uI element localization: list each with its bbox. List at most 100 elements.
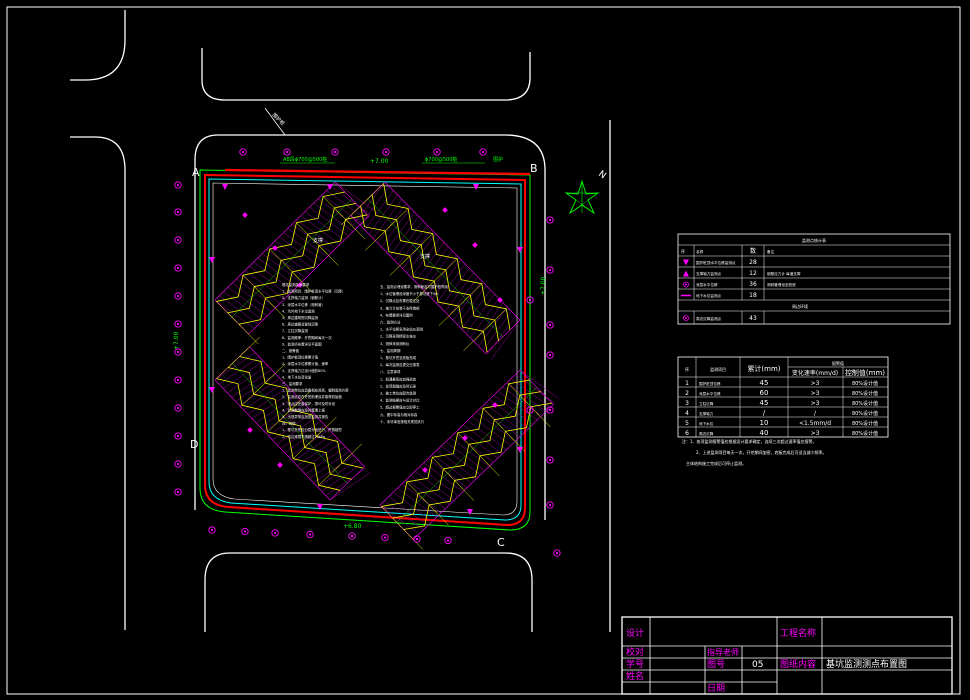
- legend-cell-name: 支撑轴力监测点: [696, 271, 722, 276]
- note-right-line: 九、图中标高为相对标高: [380, 412, 418, 417]
- alarm-cell-no: 3: [685, 400, 689, 407]
- alarm-cell-design: 80%设计值: [852, 410, 878, 417]
- note-left-line: 5、出现异常应加密监测并报告: [282, 414, 329, 419]
- marker-right-0-dot: [548, 218, 552, 222]
- note-left-line: 1、基坑开挖应分层分段进行，严禁超挖: [282, 427, 342, 432]
- note-right-line: 五、监测点埋设要求，测斜管应与围护桩同深: [380, 284, 448, 289]
- tb-content-label: 图纸内容: [780, 658, 816, 670]
- alarm-col-item: 监测项目: [710, 366, 726, 372]
- alarm-cell-rate: >3: [811, 400, 820, 407]
- legend-cell-note: 测斜管埋设至桩底: [767, 282, 796, 287]
- marker-bottom-3-dot: [308, 533, 312, 536]
- note-right-line: 2、发现裂缝应及时记录: [380, 383, 417, 388]
- marker-left-4-dot: [176, 294, 180, 298]
- note-left-line: 3、支撑轴力达设计值的80%: [282, 368, 326, 373]
- marker-bottom-6-dot: [415, 537, 419, 541]
- level-top: +7.00: [370, 158, 389, 165]
- marker-right-2-dot: [548, 323, 552, 327]
- legend-extra-dot: [685, 317, 687, 319]
- note-right-line: 4、布置要求详见图例: [380, 312, 413, 317]
- marker-bottom-1-dot: [243, 530, 247, 533]
- note-left-line: 4、坑外地下水位监测: [282, 308, 315, 313]
- marker-top-0-dot: [241, 150, 245, 154]
- note-right-line: 十、未尽事宜按相关规范执行: [380, 419, 425, 424]
- note-left-line: 7、立柱沉降监测: [282, 328, 309, 333]
- note-left-line: 基坑监测技术要求: [282, 282, 310, 287]
- note-left-line: 6、周边道路及管线沉降: [282, 322, 319, 327]
- note-left-line: 9、监测点布置详见平面图: [282, 341, 322, 346]
- note-left-line: 5、周边建筑物沉降监测: [282, 315, 319, 320]
- legend-header-no: 序: [681, 248, 685, 254]
- note-left-line: 1、监测项目：围护桩顶水平位移（沉降）: [282, 289, 345, 294]
- corner-c-label: C: [497, 536, 505, 549]
- legend-cell-count: 12: [749, 270, 757, 277]
- alarm-cell-rate: <1.5mm/d: [799, 420, 831, 427]
- marker-edge-0-dot: [528, 298, 532, 302]
- marker-bottom-7-dot: [446, 539, 450, 542]
- marker-top-1-dot: [285, 150, 289, 154]
- alarm-cell-item: 周边沉降: [699, 431, 714, 436]
- note-right-line: 六、监测方法: [380, 320, 401, 325]
- alarm-cell-item: 支撑轴力: [699, 411, 714, 416]
- note-right-line: 1、水平位移采用全站仪观测: [380, 327, 423, 332]
- alarm-cell-design: 80%设计值: [852, 400, 878, 407]
- alarm-cell-no: 5: [685, 420, 689, 427]
- note-right-line: 1、基坑开挖至底板完成: [380, 355, 417, 360]
- alarm-cell-cum: 60: [760, 389, 769, 397]
- legend-cell-note: 备注: [767, 249, 775, 254]
- tb-project-label: 工程名称: [780, 627, 816, 639]
- alarm-cell-no: 6: [685, 430, 689, 437]
- note-right-line: 3、测斜采用测斜仪: [380, 341, 410, 346]
- tb-figno-label: 图号: [707, 659, 725, 670]
- top-right-callout: ϕ700@500桩: [425, 156, 457, 163]
- marker-bottom-2-dot: [273, 531, 277, 535]
- note-left-line: 4、监测数据应及时整理上报: [282, 407, 325, 412]
- note-right-line: 3、轴力计安装于支撑端部: [380, 305, 420, 310]
- tb-check-label: 校对: [626, 646, 644, 658]
- level-right: +7.00: [540, 276, 547, 295]
- alarm-cell-cum: 45: [760, 379, 769, 387]
- legend-extra-count: 43: [749, 315, 757, 322]
- inner-right-tag: 支撑: [420, 253, 430, 260]
- alarm-cell-cum: 45: [760, 399, 769, 407]
- marker-top-3-dot: [384, 150, 388, 154]
- note-left-line: 2、坑边堆载不得超过20kPa: [282, 434, 325, 439]
- alarm-note-1: 注：1、各项监测报警值应根据设计要求确定，连续三次超过速率值应报警。: [682, 438, 817, 444]
- legend-cell-count: 36: [749, 281, 757, 288]
- note-left-line: 二、报警值: [282, 348, 300, 353]
- alarm-cell-design: 80%设计值: [852, 380, 878, 387]
- marker-right-1-dot: [548, 268, 552, 272]
- tb-advisor-label: 指导老师: [707, 647, 739, 657]
- alarm-cell-item: 地下水位: [699, 421, 714, 426]
- note-right-line: 七、监测周期: [380, 348, 401, 353]
- note-right-line: 5、超过报警值应立即停工: [380, 405, 420, 410]
- tb-content-value: 基坑监测测点布置图: [826, 658, 907, 670]
- note-left-line: 1、围护桩顶位移累计值: [282, 355, 319, 360]
- note-left-line: 8、监测频率：开挖期间每天一次: [282, 335, 332, 340]
- note-right-line: 2、沉降采用精密水准仪: [380, 334, 417, 339]
- marker-left-7-dot: [176, 378, 180, 382]
- note-left-line: 三、监测要求: [282, 381, 303, 386]
- marker-right-6-dot: [548, 503, 552, 507]
- marker-right-3-dot: [548, 353, 552, 357]
- marker-left-2-dot: [176, 238, 180, 242]
- note-right-line: 2、沉降点应布置在稳定处: [380, 298, 420, 303]
- alarm-cell-no: 2: [685, 390, 689, 397]
- legend-extra-name: 周边沉降监测点: [696, 316, 722, 321]
- alarm-col-rate: 变化速率(mm/d): [792, 369, 838, 377]
- marker-bottom-0-dot: [210, 528, 214, 532]
- note-left-line: 2、监测点应在开挖前埋设并取得初始值: [282, 394, 342, 399]
- tb-studentno-label: 学号: [626, 658, 644, 670]
- note-left-line: 3、测点应妥善保护，损坏及时补设: [282, 401, 336, 406]
- legend-cell-name: 名称: [696, 249, 704, 254]
- alarm-cell-item: 立柱沉降: [699, 401, 714, 406]
- marker-left-5-dot: [176, 322, 180, 326]
- marker-left-9-dot: [176, 434, 180, 438]
- alarm-header-group: 报警值: [832, 360, 844, 366]
- level-left: +7.00: [173, 331, 180, 350]
- marker-bottom-4-dot: [350, 534, 354, 538]
- alarm-cell-design: 80%设计值: [852, 390, 878, 397]
- note-right-line: 3、施工单位应配合监测: [380, 391, 417, 396]
- corner-b-label: B: [530, 162, 538, 175]
- top-right-side: 围护: [493, 156, 503, 163]
